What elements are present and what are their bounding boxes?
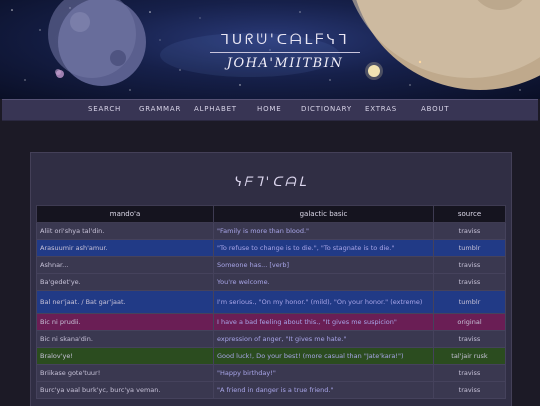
cell-basic: You're welcome. <box>213 273 434 291</box>
table-row[interactable]: Bic ni skana'din. expression of anger, "… <box>36 330 506 348</box>
cell-source: tumblr <box>433 290 506 314</box>
cell-source: traviss <box>433 256 506 274</box>
content-panel: ᓭᖴᒣ'ᑕᗩᒪ mando'a galactic basic source Al… <box>30 152 512 406</box>
nav-search[interactable]: SEARCH <box>88 105 121 113</box>
cell-basic: "Happy birthday!" <box>213 364 434 382</box>
cell-mando: Bic ni prudii. <box>36 313 214 331</box>
table-row[interactable]: Burc'ya vaal burk'yc, burc'ya veman. "A … <box>36 381 506 399</box>
nav-grammar[interactable]: GRAMMAR <box>139 105 181 113</box>
cell-mando: Bralov'ye! <box>36 347 214 365</box>
nav-dictionary[interactable]: DICTIONARY <box>301 105 352 113</box>
table-row[interactable]: Bralov'ye! Good luck!, Do your best! (mo… <box>36 347 506 365</box>
column-header-source[interactable]: source <box>433 205 506 223</box>
cell-mando: Arasuumir ash'amur. <box>36 239 214 257</box>
cell-source: traviss <box>433 273 506 291</box>
table-row[interactable]: Aliit ori'shya tal'din. "Family is more … <box>36 222 506 240</box>
table-row[interactable]: Bal ner'jaat. / Bat gar'jaat. I'm seriou… <box>36 290 506 314</box>
column-header-basic[interactable]: galactic basic <box>213 205 434 223</box>
nav-home[interactable]: HOME <box>257 105 281 113</box>
main-navigation: SEARCH GRAMMAR ALPHABET HOME DICTIONARY … <box>2 99 538 121</box>
site-title[interactable]: JOHA'MIITBIN <box>200 56 370 71</box>
table-row[interactable]: Arasuumir ash'amur. "To refuse to change… <box>36 239 506 257</box>
script-page-heading: ᓭᖴᒣ'ᑕᗩᒪ <box>233 175 309 190</box>
table-row[interactable]: Briikase gote'tuur! "Happy birthday!" tr… <box>36 364 506 382</box>
table-row[interactable]: Ba'gedet'ye. You're welcome. traviss <box>36 273 506 291</box>
header-banner: ᒣᑌᖇᕫ'ᑕᗩᒪᖴᓭᒣ JOHA'MIITBIN <box>0 0 540 99</box>
phrase-table: mando'a galactic basic source Aliit ori'… <box>36 205 506 399</box>
nav-extras[interactable]: EXTRAS <box>365 105 397 113</box>
table-row[interactable]: Bic ni prudii. I have a bad feeling abou… <box>36 313 506 331</box>
nav-about[interactable]: ABOUT <box>421 105 449 113</box>
cell-source: original <box>433 313 506 331</box>
cell-basic: I have a bad feeling about this., "It gi… <box>213 313 434 331</box>
column-header-mando[interactable]: mando'a <box>36 205 214 223</box>
cell-basic: Someone has... [verb] <box>213 256 434 274</box>
cell-mando: Briikase gote'tuur! <box>36 364 214 382</box>
site-title-block: ᒣᑌᖇᕫ'ᑕᗩᒪᖴᓭᒣ JOHA'MIITBIN <box>200 32 370 71</box>
cell-basic: "Family is more than blood." <box>213 222 434 240</box>
cell-mando: Bic ni skana'din. <box>36 330 214 348</box>
cell-source: tal'jair rusk <box>433 347 506 365</box>
cell-source: traviss <box>433 381 506 399</box>
cell-basic: "A friend in danger is a true friend." <box>213 381 434 399</box>
cell-mando: Aliit ori'shya tal'din. <box>36 222 214 240</box>
cell-basic: expression of anger, "It gives me hate." <box>213 330 434 348</box>
script-site-title: ᒣᑌᖇᕫ'ᑕᗩᒪᖴᓭᒣ <box>220 32 350 48</box>
cell-mando: Burc'ya vaal burk'yc, burc'ya veman. <box>36 381 214 399</box>
cell-basic: I'm serious., "On my honor." (mild), "On… <box>213 290 434 314</box>
cell-basic: Good luck!, Do your best! (more casual t… <box>213 347 434 365</box>
table-row[interactable]: Ashnar... Someone has... [verb] traviss <box>36 256 506 274</box>
cell-mando: Bal ner'jaat. / Bat gar'jaat. <box>36 290 214 314</box>
title-divider <box>210 52 360 53</box>
cell-source: traviss <box>433 222 506 240</box>
table-header-row: mando'a galactic basic source <box>36 205 506 223</box>
cell-source: tumblr <box>433 239 506 257</box>
cell-basic: "To refuse to change is to die.", "To st… <box>213 239 434 257</box>
cell-mando: Ashnar... <box>36 256 214 274</box>
cell-mando: Ba'gedet'ye. <box>36 273 214 291</box>
cell-source: traviss <box>433 364 506 382</box>
nav-alphabet[interactable]: ALPHABET <box>194 105 237 113</box>
cell-source: traviss <box>433 330 506 348</box>
